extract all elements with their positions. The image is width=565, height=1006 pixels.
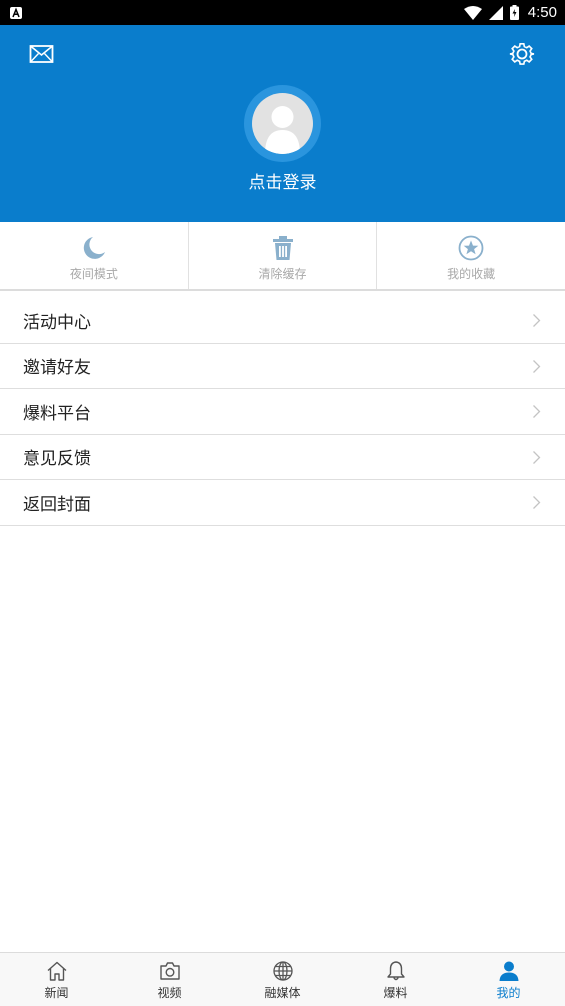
nav-label: 新闻	[44, 986, 69, 1000]
star-icon	[458, 235, 484, 261]
menu-item-back-to-cover[interactable]: 返回封面	[0, 480, 565, 526]
favorites-label: 我的收藏	[447, 267, 496, 281]
menu-item-feedback[interactable]: 意见反馈	[0, 435, 565, 480]
status-left	[10, 6, 22, 19]
moon-icon	[83, 237, 105, 259]
menu-item-label: 返回封面	[23, 494, 91, 515]
chevron-right-icon	[533, 496, 541, 509]
home-icon	[47, 961, 66, 981]
login-label[interactable]: 点击登录	[0, 168, 565, 193]
profile-header: 点击登录	[0, 25, 565, 222]
bottom-nav: 新闻 视频 融媒体 爆料 我的	[0, 952, 565, 1006]
battery-icon	[509, 5, 519, 20]
status-bar: 4:50	[0, 0, 565, 25]
nav-label: 爆料	[383, 986, 408, 1000]
default-avatar-icon	[265, 106, 300, 154]
quick-actions: 夜间模式 清除缓存 我的收藏	[0, 222, 565, 291]
favorites-button[interactable]: 我的收藏	[377, 222, 565, 289]
clear-cache-button[interactable]: 清除缓存	[189, 222, 378, 289]
menu-item-activity-center[interactable]: 活动中心	[0, 298, 565, 344]
menu-item-invite-friends[interactable]: 邀请好友	[0, 344, 565, 389]
menu-list: 活动中心 邀请好友 爆料平台 意见反馈 返回封面	[0, 298, 565, 526]
bell-icon	[386, 961, 405, 981]
menu-item-label: 意见反馈	[23, 449, 91, 470]
chevron-right-icon	[533, 359, 541, 373]
screen: 4:50 点击登录 夜间模式 清除缓存 我的收藏 活动中心 邀请好友 爆料平台 …	[0, 0, 565, 1006]
menu-item-label: 活动中心	[23, 312, 91, 333]
a-notification-icon	[10, 6, 22, 19]
night-mode-label: 夜间模式	[69, 267, 118, 281]
camera-icon	[159, 962, 180, 980]
globe-icon	[272, 961, 293, 981]
settings-button[interactable]	[509, 41, 535, 67]
avatar-button[interactable]	[244, 85, 321, 162]
nav-item-tips[interactable]: 爆料	[339, 953, 452, 1006]
wifi-icon	[463, 5, 482, 20]
nav-item-mine[interactable]: 我的	[452, 953, 565, 1006]
clear-cache-label: 清除缓存	[258, 267, 307, 281]
nav-label: 融媒体	[264, 986, 301, 1000]
signal-icon	[488, 5, 503, 20]
status-time: 4:50	[527, 4, 557, 21]
avatar	[252, 93, 313, 154]
night-mode-button[interactable]: 夜间模式	[0, 222, 189, 289]
chevron-right-icon	[533, 405, 541, 418]
menu-item-label: 爆料平台	[23, 403, 91, 424]
status-right: 4:50	[463, 4, 557, 21]
nav-label: 视频	[157, 986, 182, 1000]
nav-label: 我的	[496, 986, 521, 1000]
chevron-right-icon	[533, 450, 541, 464]
chevron-right-icon	[533, 314, 541, 327]
nav-item-video[interactable]: 视频	[113, 953, 226, 1006]
trash-icon	[272, 236, 293, 260]
nav-item-news[interactable]: 新闻	[0, 953, 113, 1006]
mail-button[interactable]	[29, 42, 54, 66]
user-icon	[499, 961, 518, 981]
nav-item-media[interactable]: 融媒体	[226, 953, 339, 1006]
mail-icon	[29, 45, 54, 63]
menu-item-tip-platform[interactable]: 爆料平台	[0, 389, 565, 435]
gear-icon	[509, 43, 535, 65]
menu-item-label: 邀请好友	[23, 358, 91, 379]
